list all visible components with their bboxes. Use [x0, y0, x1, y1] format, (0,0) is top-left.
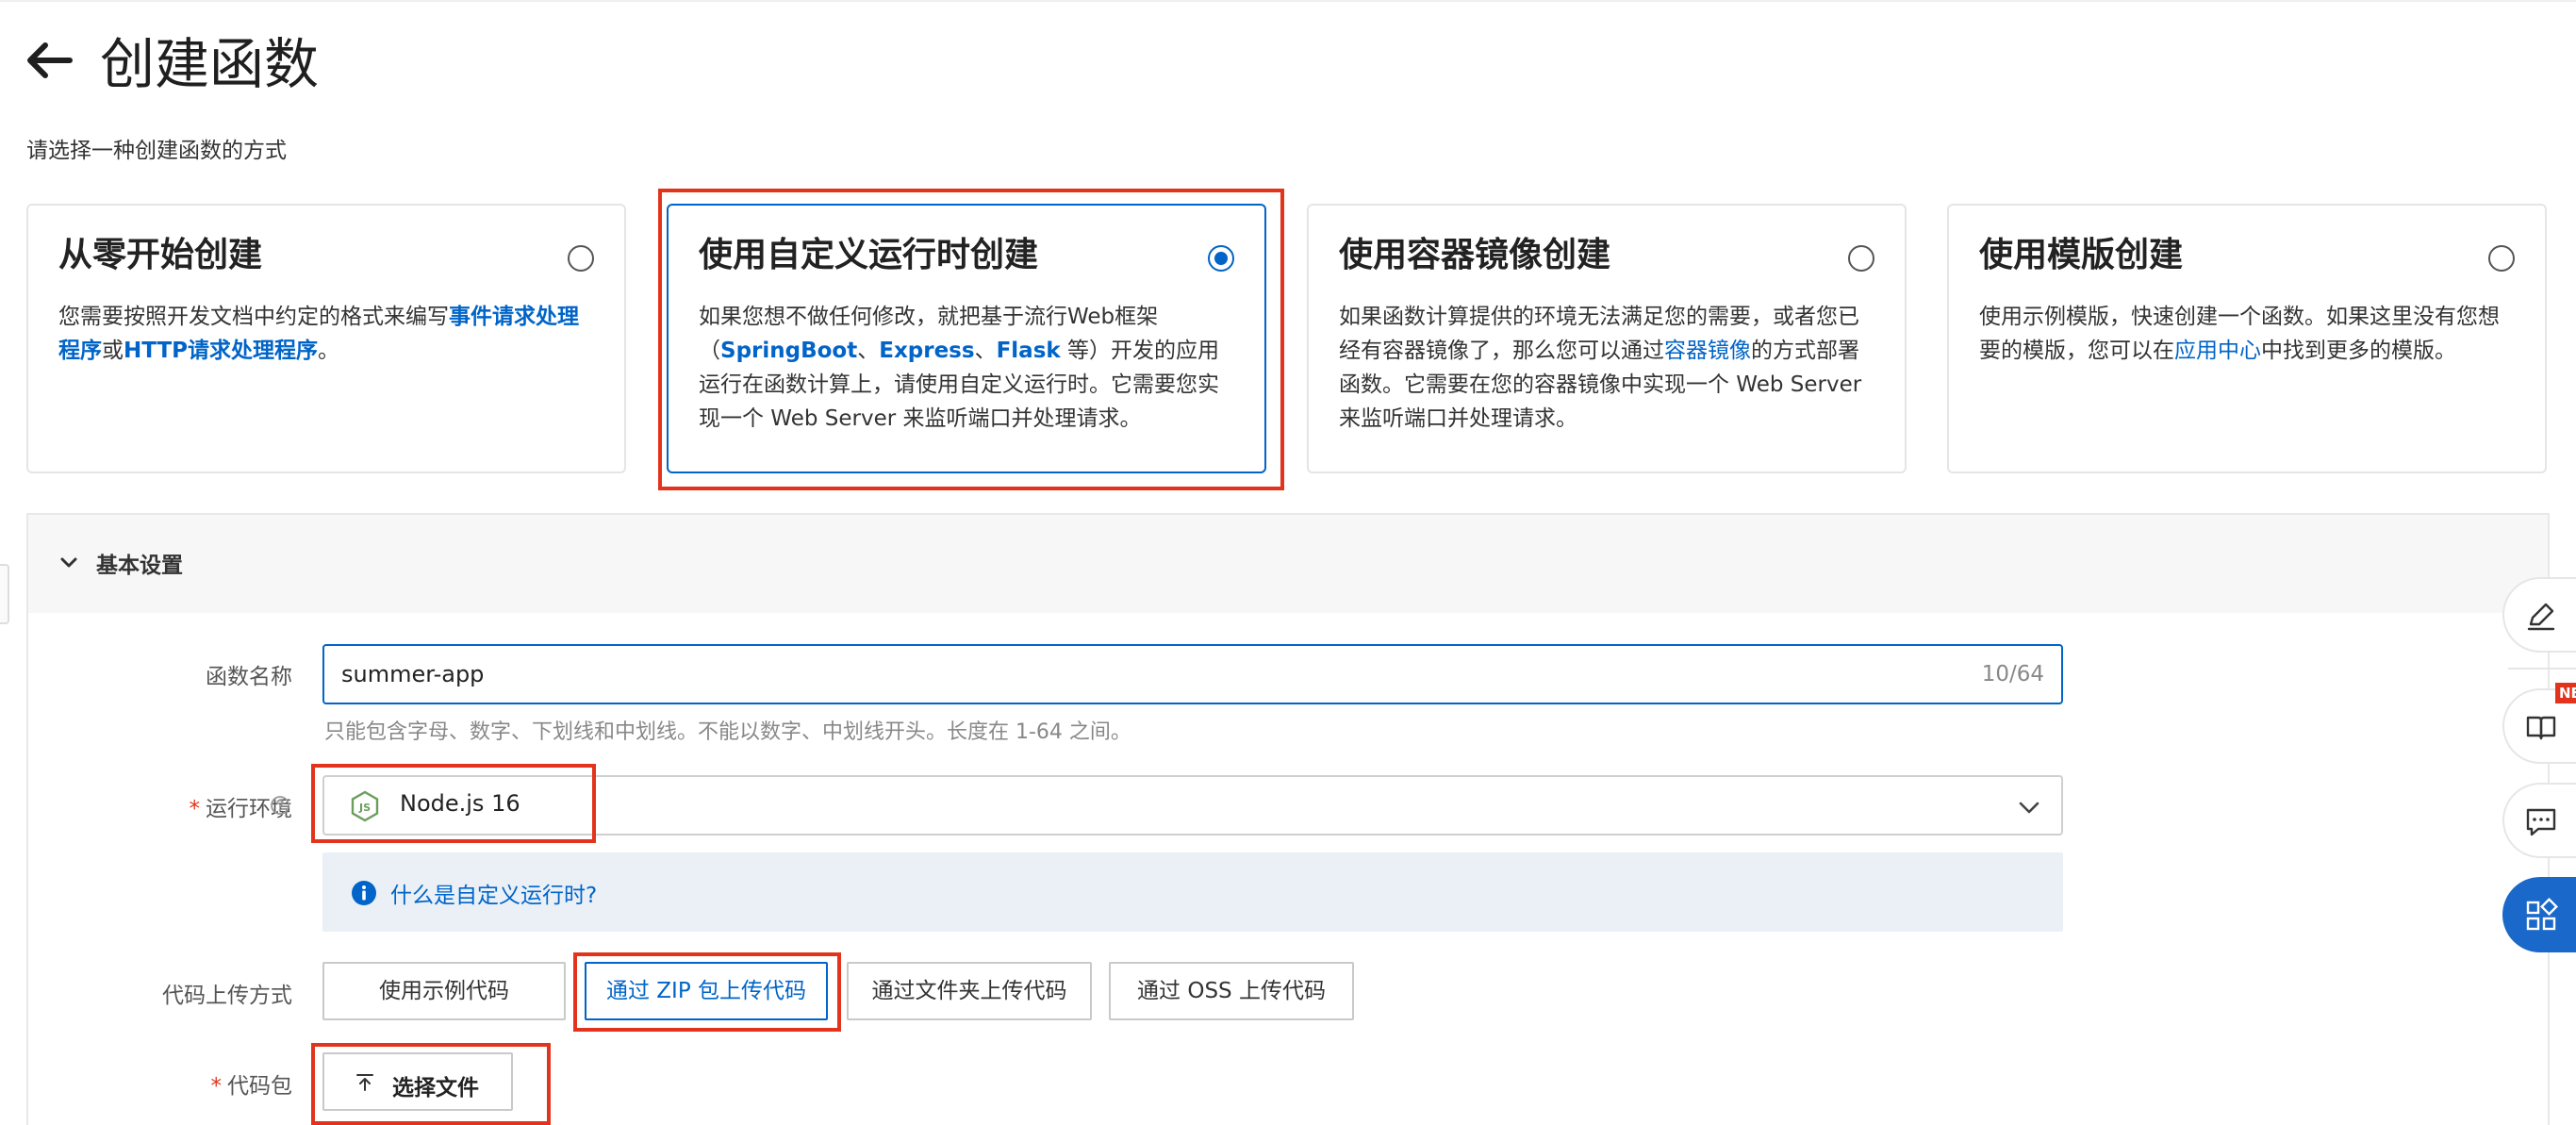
card-radio[interactable]	[568, 245, 594, 272]
function-name-input[interactable]: summer-app 10/64	[322, 644, 2063, 704]
app-center-link[interactable]: 应用中心	[2174, 339, 2261, 363]
card-description: 您需要按照开发文档中约定的格式来编写事件请求处理程序或HTTP请求处理程序。	[58, 305, 579, 363]
chat-icon	[2526, 808, 2556, 836]
side-divider	[2508, 668, 2576, 670]
svg-text:JS: JS	[358, 802, 371, 814]
edit-icon	[2527, 603, 2555, 631]
runtime-value: Node.js 16	[400, 790, 520, 817]
upload-icon	[356, 1074, 373, 1091]
help-icon[interactable]	[270, 795, 290, 816]
flask-link[interactable]: Flask	[997, 339, 1061, 363]
card-template[interactable]: 使用模版创建 使用示例模版，快速创建一个函数。如果这里没有您想要的模版，您可以在…	[1947, 204, 2547, 473]
upload-sample-code-button[interactable]: 使用示例代码	[322, 962, 566, 1020]
card-container-image[interactable]: 使用容器镜像创建 如果函数计算提供的环境无法满足您的需要，或者您已经有容器镜像了…	[1307, 204, 1907, 473]
function-name-count: 10/64	[1981, 662, 2044, 687]
required-mark: *	[189, 797, 201, 821]
runtime-select[interactable]: JS Node.js 16	[322, 775, 2063, 835]
chevron-down-icon	[2019, 802, 2039, 814]
side-edit-button[interactable]	[2502, 577, 2576, 653]
basic-settings-title: 基本设置	[96, 554, 183, 578]
card-radio[interactable]	[1848, 245, 1874, 272]
function-name-value: summer-app	[341, 661, 485, 687]
card-title: 从零开始创建	[58, 236, 263, 274]
left-edge-handle[interactable]	[0, 564, 9, 624]
card-description: 如果您想不做任何修改，就把基于流行Web框架（SpringBoot、Expres…	[699, 305, 1219, 431]
card-title: 使用自定义运行时创建	[699, 236, 1039, 274]
basic-settings-header[interactable]	[28, 515, 2548, 613]
side-apps-button[interactable]	[2502, 877, 2576, 952]
function-name-label: 函数名称	[206, 665, 292, 689]
card-description: 使用示例模版，快速创建一个函数。如果这里没有您想要的模版，您可以在应用中心中找到…	[1979, 305, 2500, 363]
book-icon	[2526, 716, 2556, 740]
new-badge: NEW	[2555, 683, 2576, 703]
info-icon	[352, 881, 376, 905]
upload-method-label: 代码上传方式	[162, 984, 292, 1008]
apps-grid-icon	[2526, 898, 2558, 931]
page-title: 创建函数	[100, 32, 320, 96]
springboot-link[interactable]: SpringBoot	[720, 339, 857, 363]
http-handler-link[interactable]: HTTP请求处理程序	[124, 339, 318, 363]
container-image-link[interactable]: 容器镜像	[1664, 339, 1751, 363]
upload-oss-button[interactable]: 通过 OSS 上传代码	[1109, 962, 1354, 1020]
express-link[interactable]: Express	[879, 339, 974, 363]
choose-file-label: 选择文件	[392, 1076, 479, 1100]
nodejs-icon: JS	[351, 790, 379, 822]
card-radio[interactable]	[2488, 245, 2515, 272]
card-from-scratch[interactable]: 从零开始创建 您需要按照开发文档中约定的格式来编写事件请求处理程序或HTTP请求…	[26, 204, 626, 473]
runtime-info-bar: 什么是自定义运行时?	[322, 852, 2063, 932]
choose-file-button[interactable]: 选择文件	[322, 1052, 513, 1111]
custom-runtime-help-link[interactable]: 什么是自定义运行时?	[390, 877, 597, 909]
card-title: 使用容器镜像创建	[1339, 236, 1611, 274]
card-description: 如果函数计算提供的环境无法满足您的需要，或者您已经有容器镜像了，那么您可以通过容…	[1339, 305, 1862, 431]
card-custom-runtime[interactable]: 使用自定义运行时创建 如果您想不做任何修改，就把基于流行Web框架（Spring…	[667, 204, 1266, 473]
function-name-hint: 只能包含字母、数字、下划线和中划线。不能以数字、中划线开头。长度在 1-64 之…	[324, 720, 1131, 744]
page-subtitle: 请选择一种创建函数的方式	[26, 139, 287, 163]
side-feedback-button[interactable]	[2502, 783, 2576, 858]
top-divider	[0, 0, 2576, 2]
upload-zip-button[interactable]: 通过 ZIP 包上传代码	[585, 962, 828, 1020]
card-radio-selected[interactable]	[1208, 245, 1234, 272]
back-arrow-icon[interactable]	[23, 34, 75, 87]
required-mark: *	[210, 1074, 223, 1099]
card-title: 使用模版创建	[1979, 236, 2184, 274]
code-package-label: * 代码包	[210, 1074, 293, 1099]
upload-folder-button[interactable]: 通过文件夹上传代码	[847, 962, 1092, 1020]
chevron-down-icon[interactable]	[57, 551, 81, 575]
